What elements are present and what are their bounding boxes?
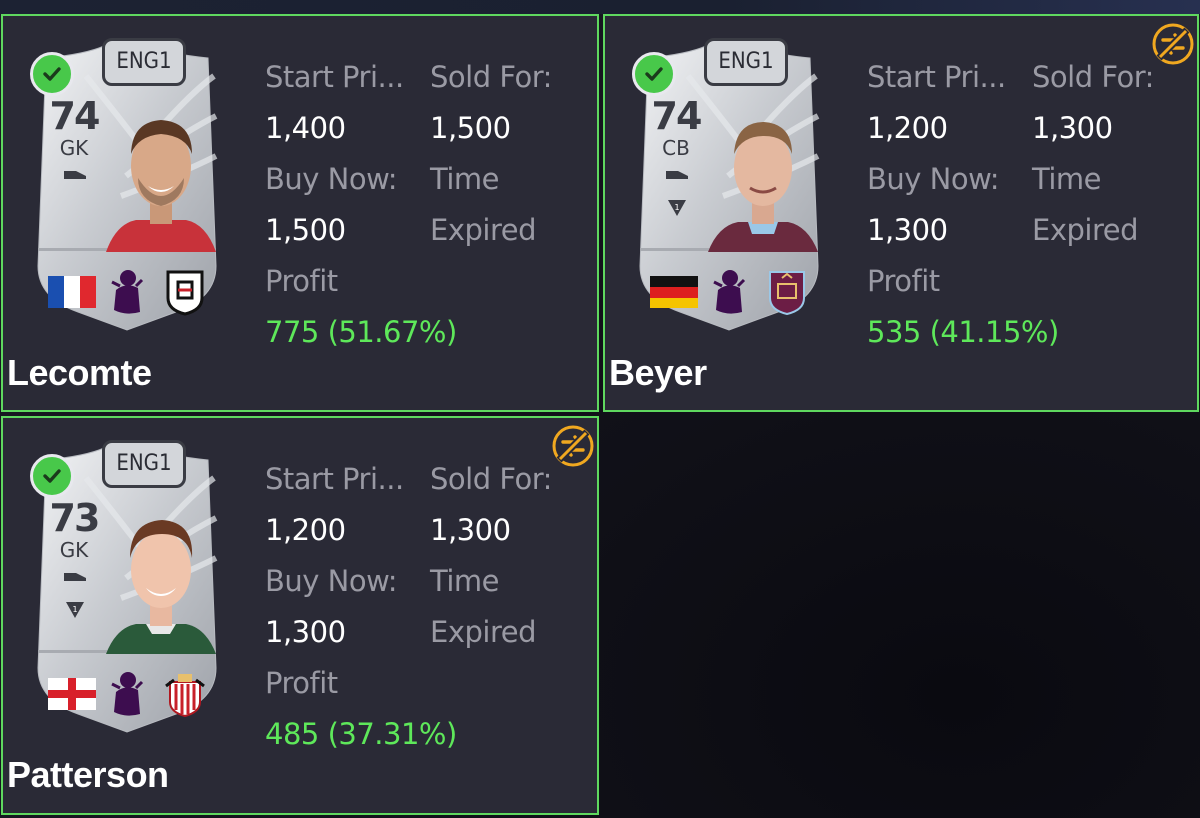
league-badge: ENG1	[102, 38, 186, 86]
start-price-label: Start Pri...	[265, 60, 404, 94]
start-price-value: 1,200	[867, 111, 948, 145]
listed-check-icon	[30, 454, 74, 498]
time-value: Expired	[430, 213, 537, 247]
player-photo	[708, 122, 818, 252]
listed-check-icon	[632, 52, 676, 96]
auction-stats: Start Pri... Sold For: 1,200 1,300 Buy N…	[265, 462, 595, 768]
buy-now-label: Buy Now:	[867, 162, 1000, 196]
buy-now-value: 1,300	[867, 213, 948, 247]
boot-icon	[666, 171, 688, 179]
germany-flag-icon	[650, 276, 698, 308]
sold-for-label: Sold For:	[430, 462, 552, 496]
chemistry-style-icon: 1	[66, 602, 84, 618]
sold-for-label: Sold For:	[1032, 60, 1154, 94]
profit-label: Profit	[867, 264, 940, 298]
player-tile-beyer[interactable]: ENG1 74 CB 1 Beyer Start Pri... Sold For…	[603, 14, 1199, 412]
profit-value: 775 (51.67%)	[265, 315, 457, 349]
profit-value: 485 (37.31%)	[265, 717, 457, 751]
player-position: GK	[59, 538, 89, 562]
england-flag-icon	[48, 678, 96, 710]
time-label: Time	[430, 162, 499, 196]
sunderland-badge-icon	[165, 674, 205, 718]
league-badge: ENG1	[704, 38, 788, 86]
auction-stats: Start Pri... Sold For: 1,200 1,300 Buy N…	[867, 60, 1197, 366]
player-tile-patterson[interactable]: ENG1 73 GK 1 Patterson Start Pri... Sold…	[1, 416, 599, 815]
player-photo	[106, 520, 216, 654]
svg-text:1: 1	[674, 203, 679, 212]
time-value: Expired	[430, 615, 537, 649]
fulham-badge-icon	[166, 270, 204, 316]
start-price-label: Start Pri...	[867, 60, 1006, 94]
sold-for-value: 1,300	[1032, 111, 1113, 145]
player-card[interactable]: ENG1 74 CB 1	[628, 36, 830, 334]
chemistry-style-icon: 1	[668, 200, 686, 216]
start-price-label: Start Pri...	[265, 462, 404, 496]
sold-for-label: Sold For:	[430, 60, 552, 94]
player-rating: 74	[49, 94, 101, 138]
player-card[interactable]: ENG1 74 GK	[26, 36, 228, 334]
buy-now-label: Buy Now:	[265, 564, 398, 598]
profit-label: Profit	[265, 264, 338, 298]
profit-value: 535 (41.15%)	[867, 315, 1059, 349]
player-name: Lecomte	[7, 352, 152, 393]
buy-now-value: 1,300	[265, 615, 346, 649]
sold-for-value: 1,500	[430, 111, 511, 145]
svg-text:1: 1	[72, 605, 77, 614]
top-strip	[0, 0, 1200, 14]
player-card[interactable]: ENG1 73 GK 1	[26, 438, 228, 736]
france-flag-icon	[48, 276, 96, 308]
player-tile-lecomte[interactable]: ENG1 74 GK Lecomte Start Pri... Sold For…	[1, 14, 599, 412]
player-name: Patterson	[7, 754, 169, 795]
boot-icon	[64, 171, 86, 179]
profit-label: Profit	[265, 666, 338, 700]
start-price-value: 1,400	[265, 111, 346, 145]
player-position: GK	[59, 136, 89, 160]
player-photo	[106, 120, 216, 252]
player-rating: 73	[49, 496, 101, 540]
time-label: Time	[430, 564, 499, 598]
premier-league-icon	[713, 270, 746, 314]
time-value: Expired	[1032, 213, 1139, 247]
buy-now-label: Buy Now:	[265, 162, 398, 196]
boot-icon	[64, 573, 86, 581]
player-position: CB	[662, 136, 690, 160]
premier-league-icon	[111, 672, 144, 716]
listed-check-icon	[30, 52, 74, 96]
burnley-badge-icon	[769, 271, 805, 316]
player-name: Beyer	[609, 352, 707, 393]
auction-stats: Start Pri... Sold For: 1,400 1,500 Buy N…	[265, 60, 595, 366]
start-price-value: 1,200	[265, 513, 346, 547]
league-badge: ENG1	[102, 440, 186, 488]
sold-for-value: 1,300	[430, 513, 511, 547]
buy-now-value: 1,500	[265, 213, 346, 247]
time-label: Time	[1032, 162, 1101, 196]
premier-league-icon	[111, 270, 144, 314]
player-rating: 74	[651, 94, 703, 138]
